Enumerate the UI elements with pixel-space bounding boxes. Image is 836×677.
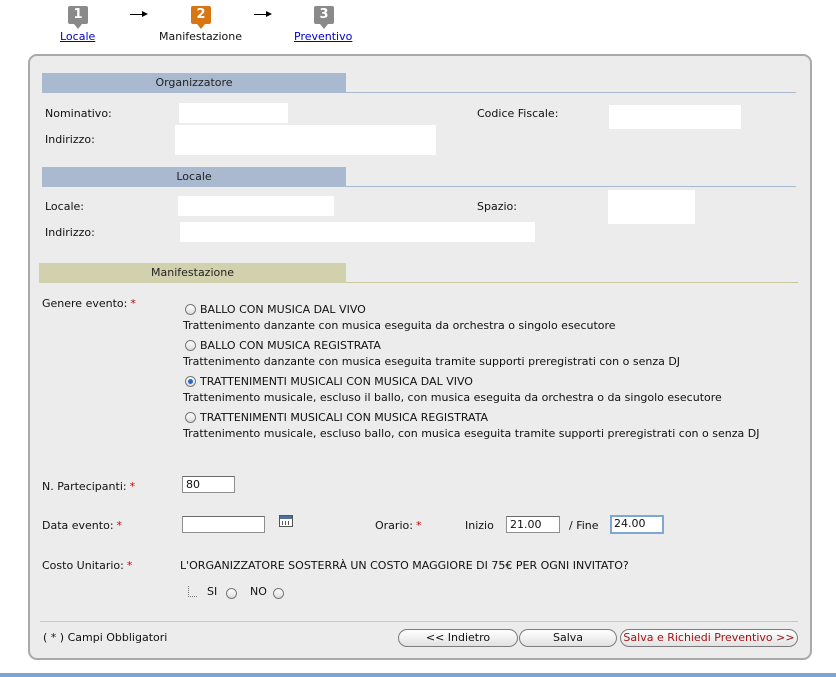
- back-button[interactable]: << Indietro: [398, 629, 518, 647]
- costo-unitario-label: Costo Unitario: *: [42, 559, 133, 572]
- spazio-label: Spazio:: [477, 200, 517, 213]
- step-3-badge: 3: [314, 6, 334, 29]
- genere-option-1-title: BALLO CON MUSICA DAL VIVO: [200, 303, 366, 316]
- genere-radio-2[interactable]: [185, 340, 196, 351]
- step-3-link[interactable]: Preventivo: [294, 30, 352, 43]
- genere-radio-3[interactable]: [185, 376, 196, 387]
- partecipanti-label: N. Partecipanti: *: [42, 480, 136, 493]
- data-evento-label: Data evento: *: [42, 519, 123, 532]
- section-header-organizzatore: Organizzatore: [42, 73, 346, 93]
- genere-option-2-title: BALLO CON MUSICA REGISTRATA: [200, 339, 381, 352]
- si-label: SI: [207, 585, 218, 598]
- nominativo-value: [179, 103, 288, 123]
- save-request-button[interactable]: Salva e Richiedi Preventivo >>: [620, 629, 798, 647]
- genere-evento-label: Genere evento: *: [42, 297, 136, 310]
- genere-option-3-desc: Trattenimento musicale, escluso il ballo…: [183, 391, 722, 404]
- codice-fiscale-value: [609, 105, 741, 129]
- genere-option-4-title: TRATTENIMENTI MUSICALI CON MUSICA REGIST…: [200, 411, 489, 424]
- section-header-manifestazione: Manifestazione: [39, 263, 346, 283]
- footer-divider: [40, 621, 798, 622]
- genere-radio-4[interactable]: [185, 412, 196, 423]
- no-label: NO: [250, 585, 267, 598]
- partecipanti-input[interactable]: 80: [182, 476, 235, 493]
- fine-input[interactable]: 24.00: [610, 515, 664, 534]
- arrow-right-icon: [266, 11, 272, 17]
- section-rule: [346, 92, 796, 93]
- org-indirizzo-label: Indirizzo:: [45, 133, 95, 146]
- step-2-label: Manifestazione: [159, 30, 242, 43]
- costo-si-radio[interactable]: [226, 588, 237, 599]
- org-indirizzo-value: [175, 125, 436, 155]
- fine-label: / Fine: [569, 519, 599, 532]
- data-evento-input[interactable]: [182, 516, 265, 533]
- step-arrow-2: [254, 14, 266, 15]
- genere-option-4-desc: Trattenimento musicale, escluso ballo, c…: [183, 427, 760, 440]
- loc-indirizzo-label: Indirizzo:: [45, 226, 95, 239]
- step-1-link[interactable]: Locale: [60, 30, 95, 43]
- si-no-group-marker: [188, 586, 197, 597]
- loc-indirizzo-value: [180, 222, 535, 242]
- spazio-value: [608, 190, 695, 224]
- inizio-input[interactable]: 21.00: [506, 516, 560, 533]
- genere-option-3-title: TRATTENIMENTI MUSICALI CON MUSICA DAL VI…: [200, 375, 473, 388]
- required-note: ( * ) Campi Obbligatori: [43, 631, 168, 644]
- genere-option-1-desc: Trattenimento danzante con musica esegui…: [183, 319, 616, 332]
- step-2-badge: 2: [191, 6, 211, 29]
- genere-radio-1[interactable]: [185, 304, 196, 315]
- save-button[interactable]: Salva: [519, 629, 617, 647]
- inizio-label: Inizio: [465, 519, 494, 532]
- genere-option-2-desc: Trattenimento danzante con musica esegui…: [183, 355, 681, 368]
- costo-no-radio[interactable]: [273, 588, 284, 599]
- nominativo-label: Nominativo:: [45, 107, 112, 120]
- codice-fiscale-label: Codice Fiscale:: [477, 107, 559, 120]
- locale-value: [178, 196, 334, 216]
- orario-label: Orario: *: [375, 519, 422, 532]
- locale-label: Locale:: [45, 200, 84, 213]
- step-arrow-1: [130, 14, 142, 15]
- costo-question: L'ORGANIZZATORE SOSTERRÀ UN COSTO MAGGIO…: [180, 559, 629, 572]
- section-header-locale: Locale: [42, 167, 346, 187]
- section-rule: [346, 282, 798, 283]
- arrow-right-icon: [142, 11, 148, 17]
- section-rule: [346, 186, 796, 187]
- bottom-border: [0, 673, 836, 677]
- calendar-icon[interactable]: [279, 515, 293, 527]
- step-1-badge: 1: [68, 6, 88, 29]
